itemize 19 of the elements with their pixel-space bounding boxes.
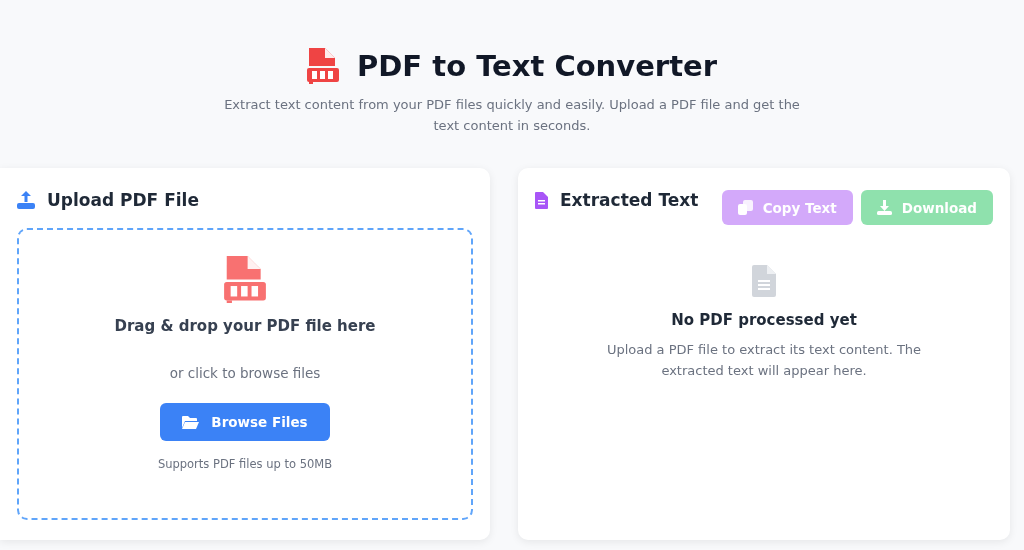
copy-icon (737, 200, 753, 215)
browse-files-button[interactable]: Browse Files (160, 403, 330, 441)
pdf-file-icon (307, 48, 340, 84)
pdf-file-icon (224, 256, 266, 303)
page-title: PDF to Text Converter (357, 49, 717, 83)
empty-state-heading: No PDF processed yet (671, 311, 857, 329)
upload-icon (17, 191, 35, 209)
download-icon (876, 200, 892, 215)
drop-zone[interactable]: Drag & drop your PDF file here or click to browse files Browse Files Supports PDF files up to 50MB (17, 228, 473, 520)
result-card-title: Extracted Text (560, 190, 699, 210)
drop-zone-heading: Drag & drop your PDF file here (114, 317, 376, 335)
empty-state-message: Upload a PDF file to extract its text content. The extracted text will appear here. (605, 341, 923, 380)
drop-zone-hint: or click to browse files (169, 365, 321, 381)
folder-icon (182, 415, 200, 429)
document-icon (752, 265, 776, 297)
upload-card-title: Upload PDF File (47, 190, 199, 210)
file-size-note: Supports PDF files up to 50MB (157, 457, 333, 471)
page-subtitle: Extract text content from your PDF files quickly and easily. Upload a PDF file and get the text content in seconds. (223, 96, 801, 135)
document-icon (535, 191, 548, 209)
